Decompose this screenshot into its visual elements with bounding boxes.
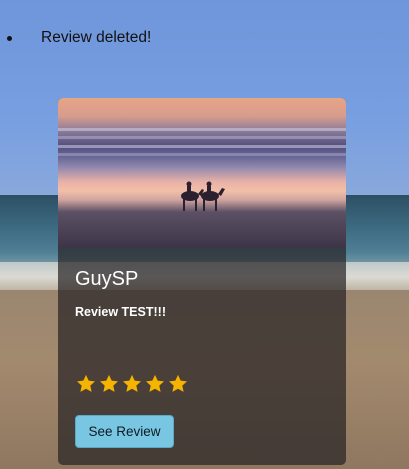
star-icon	[100, 374, 118, 392]
see-review-button[interactable]: See Review	[75, 415, 174, 448]
star-rating	[75, 373, 189, 395]
flash-message-list: Review deleted!	[0, 28, 151, 48]
review-text: Review TEST!!!	[75, 305, 166, 319]
star-icon	[146, 374, 164, 392]
review-card: GuySP Review TEST!!! See Review	[58, 98, 346, 465]
reviewer-name: GuySP	[75, 268, 139, 290]
star-icon	[77, 374, 95, 392]
review-card-image	[58, 98, 346, 248]
flash-message-text: Review deleted!	[41, 29, 152, 46]
flash-message: Review deleted!	[0, 28, 151, 48]
bullet-icon	[7, 36, 12, 41]
camel-riders-icon	[181, 181, 225, 211]
star-icon	[123, 374, 141, 392]
star-icon	[169, 374, 187, 392]
